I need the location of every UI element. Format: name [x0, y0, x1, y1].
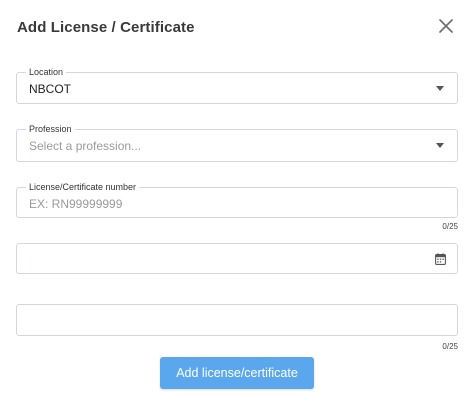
profession-label: Profession — [26, 124, 75, 135]
location-select[interactable]: Location NBCOT — [16, 67, 458, 104]
caret-down-icon[interactable] — [436, 143, 444, 148]
add-license-button[interactable]: Add license/certificate — [160, 357, 314, 389]
add-license-dialog: Add License / Certificate Location NBCOT… — [0, 0, 475, 411]
location-label: Location — [26, 67, 67, 78]
date-field[interactable] — [16, 243, 458, 274]
license-number-counter: 0/25 — [442, 222, 458, 231]
close-icon[interactable] — [439, 19, 457, 37]
calendar-icon[interactable] — [435, 253, 446, 265]
profession-select[interactable]: Profession Select a profession... — [16, 124, 458, 162]
profession-placeholder: Select a profession... — [29, 139, 142, 153]
license-number-placeholder: EX: RN99999999 — [29, 197, 123, 211]
notes-counter: 0/25 — [442, 342, 458, 351]
notes-field[interactable] — [16, 304, 458, 336]
location-value: NBCOT — [29, 82, 71, 96]
caret-down-icon[interactable] — [436, 86, 444, 91]
license-number-field[interactable]: License/Certificate number EX: RN9999999… — [16, 182, 458, 218]
license-number-label: License/Certificate number — [26, 182, 140, 193]
dialog-title: Add License / Certificate — [17, 19, 195, 36]
